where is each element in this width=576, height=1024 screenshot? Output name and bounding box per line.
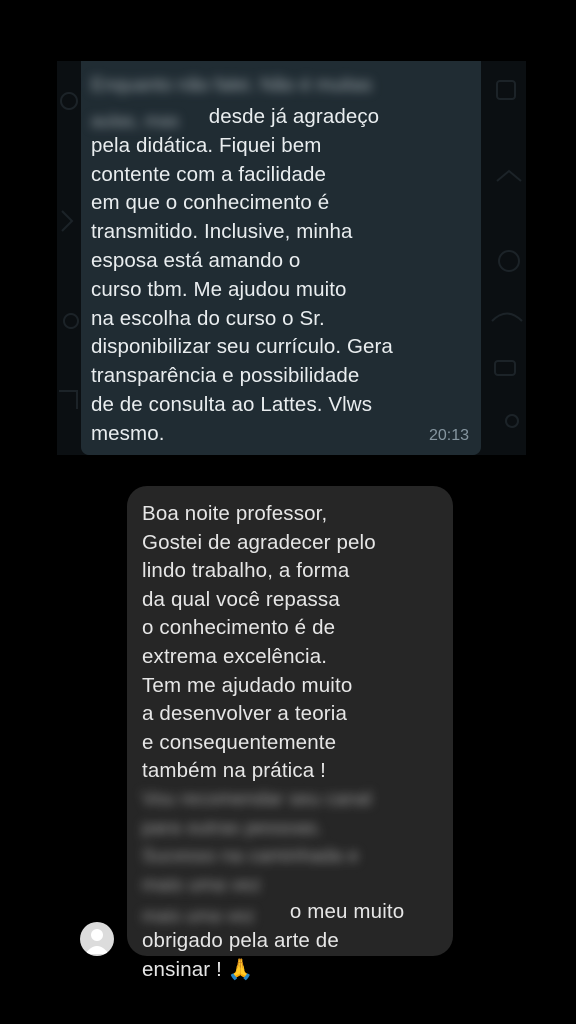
blurred-text: Vou recomendar seu canal para outras pes… bbox=[142, 788, 372, 896]
whatsapp-message-text: aulas, mas desde já agradeço pela didáti… bbox=[91, 103, 476, 449]
blurred-inline-text: mais uma vez bbox=[142, 905, 255, 924]
message-body-visible: Boa noite professor, Gostei de agradecer… bbox=[142, 502, 376, 783]
message-timestamp: 20:13 bbox=[428, 427, 469, 444]
whatsapp-chat-panel: Enquanto não falei. Não é muitas aulas, … bbox=[57, 61, 526, 455]
whatsapp-message-bubble: Enquanto não falei. Não é muitas aulas, … bbox=[81, 61, 481, 455]
avatar[interactable] bbox=[80, 922, 114, 956]
dm-message-bubble: Boa noite professor, Gostei de agradecer… bbox=[127, 486, 453, 981]
message-body: desde já agradeço pela didática. Fiquei … bbox=[91, 105, 393, 445]
blurred-inline-text: aulas, mas bbox=[91, 110, 180, 129]
blurred-text: Enquanto não falei. Não é muitas bbox=[91, 75, 372, 96]
avatar-placeholder-icon bbox=[85, 929, 109, 954]
dm-message-text: Boa noite professor, Gostei de agradecer… bbox=[142, 500, 447, 985]
folded-hands-emoji: 🙏 bbox=[227, 957, 254, 982]
